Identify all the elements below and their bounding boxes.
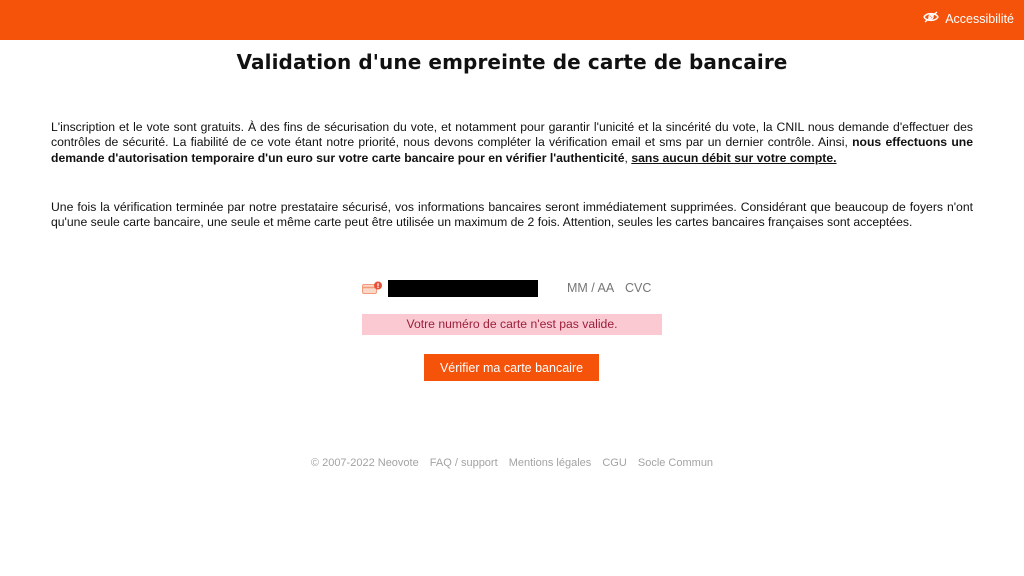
accessibility-label: Accessibilité (945, 11, 1014, 26)
top-bar: Accessibilité (0, 0, 1024, 40)
intro-underline-text: sans aucun débit sur votre compte. (631, 150, 837, 165)
footer: © 2007-2022 Neovote FAQ / support Mentio… (0, 457, 1024, 469)
intro-paragraph: L'inscription et le vote sont gratuits. … (51, 120, 973, 166)
intro-text: L'inscription et le vote sont gratuits. … (51, 120, 973, 150)
footer-link-cgu[interactable]: CGU (602, 457, 626, 469)
card-cvc-input[interactable] (625, 278, 665, 298)
card-error-message: Votre numéro de carte n'est pas valide. (362, 314, 662, 335)
card-expiry-input[interactable] (567, 278, 627, 298)
card-number-input[interactable] (388, 280, 538, 297)
page-title: Validation d'une empreinte de carte de b… (236, 50, 788, 74)
accessibility-link[interactable]: Accessibilité (923, 11, 1014, 26)
eye-slash-icon (923, 11, 940, 26)
footer-copyright: © 2007-2022 Neovote (310, 457, 419, 469)
footer-link-socle-commun[interactable]: Socle Commun (638, 457, 713, 469)
footer-link-faq[interactable]: FAQ / support (430, 457, 498, 469)
info-paragraph: Une fois la vérification terminée par no… (51, 200, 973, 230)
card-input-row (362, 278, 665, 298)
verify-card-button[interactable]: Vérifier ma carte bancaire (424, 354, 599, 381)
footer-link-mentions-legales[interactable]: Mentions légales (509, 457, 592, 469)
card-error-icon (362, 281, 384, 295)
